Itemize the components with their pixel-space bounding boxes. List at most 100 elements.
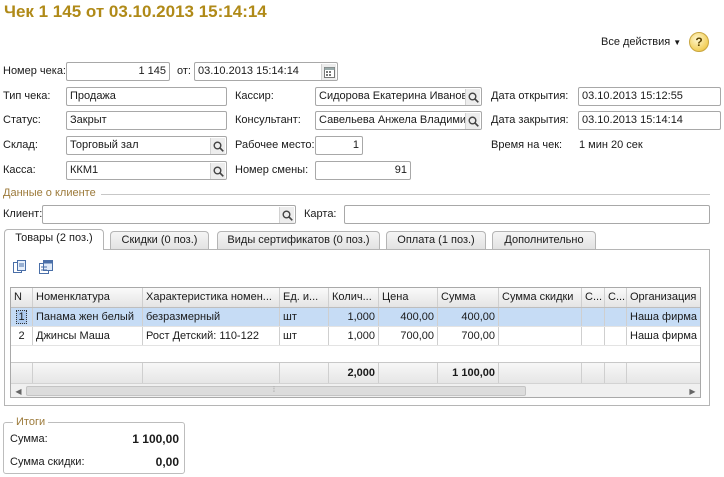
table-footer: 2,000 1 100,00 [11, 362, 700, 383]
help-button[interactable]: ? [689, 32, 709, 52]
card-label: Карта: [304, 208, 337, 220]
column-header-price[interactable]: Цена [379, 288, 438, 307]
workplace-label: Рабочее место: [235, 139, 315, 151]
receipt-number-label: Номер чека: [3, 65, 66, 77]
row-organization: Наша фирма [630, 330, 698, 342]
row-number: 1 [11, 308, 33, 326]
scroll-right-icon[interactable]: ▶ [686, 385, 699, 397]
row-c2 [605, 308, 627, 326]
row-price: 400,00 [379, 308, 438, 326]
search-icon[interactable] [465, 89, 480, 105]
column-header-organization[interactable]: Организация [627, 288, 700, 307]
shift-field[interactable]: 91 [315, 161, 411, 180]
row-nomenclature: Джинсы Маша [33, 327, 143, 345]
warehouse-value: Торговый зал [70, 139, 139, 151]
row-discount-sum [499, 327, 582, 345]
consultant-value: Савельева Анжела Владими [319, 114, 467, 126]
totals-discount-value: 0,00 [155, 455, 179, 469]
column-header-c1[interactable]: С... [582, 288, 605, 307]
receipt-type-label: Тип чека: [3, 90, 51, 102]
tab-certificate-types[interactable]: Виды сертификатов (0 поз.) [217, 231, 380, 249]
column-header-c2[interactable]: С... [605, 288, 627, 307]
register-label: Касса: [3, 164, 36, 176]
open-date-field[interactable]: 03.10.2013 15:12:55 [578, 87, 721, 106]
receipt-date-field[interactable]: 03.10.2013 15:14:14 [194, 62, 338, 81]
page-title: Чек 1 145 от 03.10.2013 15:14:14 [4, 2, 267, 21]
tab-goods[interactable]: Товары (2 поз.) [4, 229, 104, 250]
status-label: Статус: [3, 114, 41, 126]
search-icon[interactable] [210, 163, 225, 179]
row-price: 700,00 [379, 327, 438, 345]
table-header: N Номенклатура Характеристика номен... Е… [11, 288, 700, 308]
receipt-type-field[interactable]: Продажа [66, 87, 227, 106]
horizontal-scrollbar[interactable]: ◀ ⁞ ▶ [11, 383, 700, 397]
row-c1 [582, 308, 605, 326]
row-number: 2 [11, 327, 33, 345]
shift-label: Номер смены: [235, 164, 309, 176]
row-unit: шт [280, 308, 329, 326]
table-row[interactable]: 1 Панама жен белый безразмерный шт 1,000… [11, 308, 700, 327]
scroll-left-icon[interactable]: ◀ [12, 385, 25, 397]
row-organization: Наша фирма [630, 311, 698, 323]
goods-table[interactable]: N Номенклатура Характеристика номен... Е… [10, 287, 701, 398]
column-header-sum[interactable]: Сумма [438, 288, 499, 307]
client-field[interactable] [42, 205, 296, 224]
row-c2 [605, 327, 627, 345]
search-icon[interactable] [279, 207, 294, 223]
close-date-field[interactable]: 03.10.2013 15:14:14 [578, 111, 721, 130]
footer-empty [280, 363, 329, 383]
time-on-receipt-label: Время на чек: [491, 139, 563, 151]
row-sum: 400,00 [438, 308, 499, 326]
status-field[interactable]: Закрыт [66, 111, 227, 130]
client-section-divider [101, 194, 710, 195]
column-header-n[interactable]: N [11, 288, 33, 307]
column-header-characteristic[interactable]: Характеристика номен... [143, 288, 280, 307]
totals-sum-label: Сумма: [10, 433, 48, 445]
column-header-discount-sum[interactable]: Сумма скидки [499, 288, 582, 307]
warehouse-label: Склад: [3, 139, 38, 151]
receipt-date-value: 03.10.2013 15:14:14 [198, 65, 299, 77]
footer-empty [582, 363, 605, 383]
receipt-number-field[interactable]: 1 145 [66, 62, 170, 81]
column-header-quantity[interactable]: Колич... [329, 288, 379, 307]
chevron-down-icon: ▼ [673, 38, 682, 47]
row-characteristic: безразмерный [143, 308, 280, 326]
totals-sum-value: 1 100,00 [132, 432, 179, 446]
search-icon[interactable] [210, 138, 225, 154]
totals-discount-label: Сумма скидки: [10, 456, 85, 468]
cashier-field[interactable]: Сидорова Екатерина Иванов [315, 87, 482, 106]
card-field[interactable] [344, 205, 710, 224]
column-header-nomenclature[interactable]: Номенклатура [33, 288, 143, 307]
row-nomenclature: Панама жен белый [33, 308, 143, 326]
warehouse-field[interactable]: Торговый зал [66, 136, 227, 155]
totals-title: Итоги [13, 416, 49, 428]
table-settings-icon[interactable] [38, 259, 54, 275]
from-label: от: [177, 65, 191, 77]
row-quantity: 1,000 [329, 308, 379, 326]
search-icon[interactable] [465, 113, 480, 129]
row-quantity: 1,000 [329, 327, 379, 345]
scrollbar-grip-icon: ⁞ [273, 387, 275, 394]
workplace-field[interactable]: 1 [315, 136, 363, 155]
table-row[interactable]: 2 Джинсы Маша Рост Детский: 110-122 шт 1… [11, 327, 700, 346]
time-on-receipt-value: 1 мин 20 сек [579, 139, 643, 151]
footer-empty [627, 363, 700, 383]
row-unit: шт [280, 327, 329, 345]
client-section-title: Данные о клиенте [3, 187, 96, 199]
copy-icon[interactable] [12, 259, 28, 275]
close-date-label: Дата закрытия: [491, 114, 569, 126]
tab-discounts[interactable]: Скидки (0 поз.) [110, 231, 209, 249]
all-actions-menu[interactable]: Все действия ▼ [601, 36, 681, 48]
tab-additional[interactable]: Дополнительно [492, 231, 596, 249]
footer-empty [379, 363, 438, 383]
consultant-field[interactable]: Савельева Анжела Владими [315, 111, 482, 130]
consultant-label: Консультант: [235, 114, 301, 126]
column-header-unit[interactable]: Ед. и... [280, 288, 329, 307]
scrollbar-thumb[interactable] [26, 386, 526, 396]
open-date-label: Дата открытия: [491, 90, 569, 102]
row-sum: 700,00 [438, 327, 499, 345]
register-field[interactable]: ККМ1 [66, 161, 227, 180]
tab-payment[interactable]: Оплата (1 поз.) [386, 231, 486, 249]
calendar-icon[interactable] [321, 64, 336, 80]
footer-empty [605, 363, 627, 383]
